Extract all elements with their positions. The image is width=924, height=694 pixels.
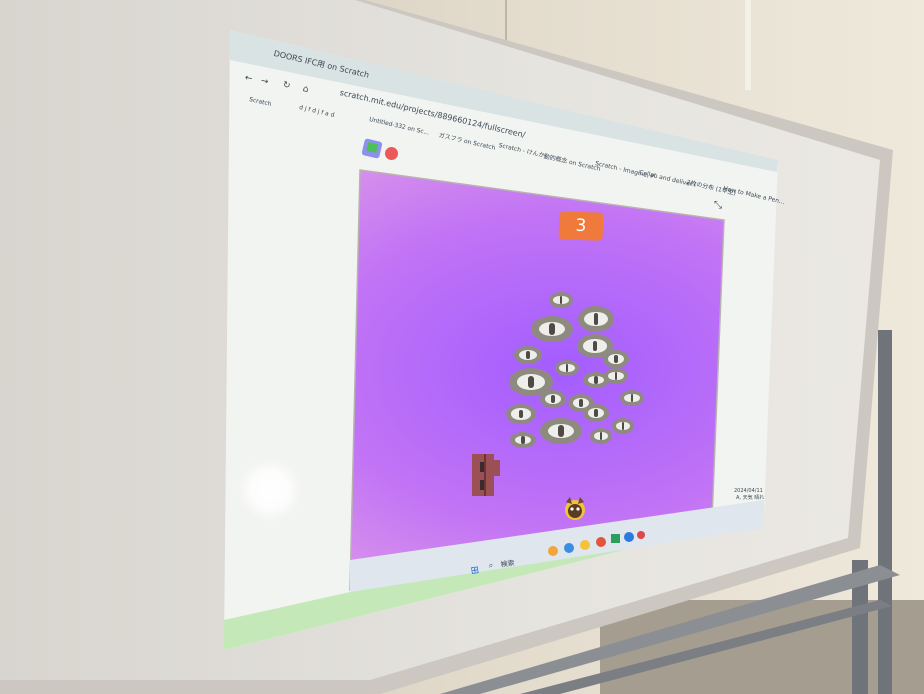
fullscreen-icon[interactable]: ⤡ — [714, 200, 722, 211]
eye-pupil — [549, 323, 555, 335]
scratch-cat-sprite — [565, 497, 585, 520]
eye-sprite — [612, 418, 634, 434]
taskbar-date: A, 天気 晴れ — [736, 495, 765, 501]
eye-sprite — [540, 390, 566, 408]
taskbar-search[interactable]: 検索 — [500, 558, 515, 570]
eye-sprite — [531, 316, 573, 342]
eye-pupil — [594, 409, 598, 417]
eye-pupil — [519, 409, 523, 419]
eye-sprite — [540, 418, 582, 444]
green-flag-button[interactable] — [361, 138, 383, 159]
projector-glare — [238, 458, 302, 522]
eye-pupil — [592, 340, 598, 352]
eye-sprite — [506, 404, 536, 424]
door-sprite — [472, 454, 500, 496]
eye-pupil — [630, 394, 634, 402]
eye-pupil — [621, 422, 625, 430]
eye-sprite — [578, 306, 614, 332]
forward-arrow-icon[interactable]: → — [260, 76, 270, 87]
windows-start-icon[interactable]: ⊞ — [470, 565, 480, 577]
eye-pupil — [614, 355, 618, 363]
eye-pupil — [551, 395, 555, 403]
eye-pupil — [594, 376, 598, 384]
eye-pupil — [565, 364, 569, 372]
eye-pupil — [579, 399, 583, 407]
eye-pupil — [599, 432, 603, 440]
eye-pupil — [559, 296, 563, 304]
eye-sprite — [583, 404, 609, 422]
stop-sign-icon[interactable] — [385, 147, 398, 160]
eye-sprite — [549, 292, 573, 308]
eye-pupil — [521, 436, 525, 444]
eye-pupil — [614, 372, 618, 380]
score-counter: 3 — [558, 211, 604, 241]
eye-sprite — [590, 428, 612, 444]
green-flag-icon — [366, 142, 379, 154]
eye-sprite — [603, 350, 629, 368]
back-arrow-icon[interactable]: ← — [244, 73, 254, 84]
eye-sprite — [555, 360, 579, 376]
eye-pupil — [528, 375, 534, 389]
eye-sprite — [510, 432, 536, 448]
taskbar-apps[interactable] — [545, 527, 645, 557]
eye-pupil — [526, 351, 530, 359]
eye-sprite — [604, 368, 628, 384]
eye-sprite — [620, 390, 644, 406]
eye-pupil — [558, 425, 564, 437]
eye-pupil — [593, 313, 599, 325]
eye-sprite — [514, 346, 542, 364]
